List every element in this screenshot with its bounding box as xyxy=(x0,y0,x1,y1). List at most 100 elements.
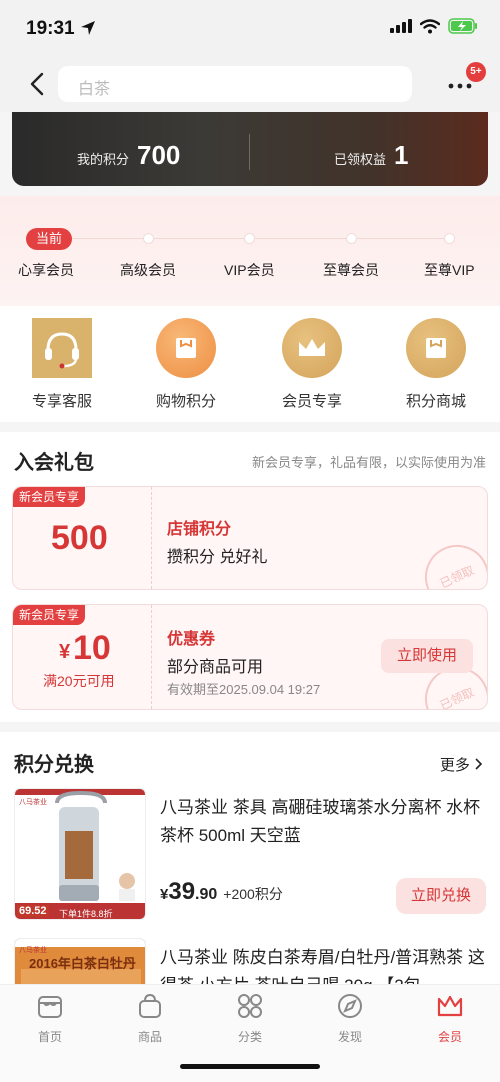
price-decimal: .90 xyxy=(195,886,218,903)
coupon-title: 优惠券 xyxy=(167,631,216,648)
tab-discover[interactable]: 发现 xyxy=(300,991,400,1045)
compass-icon xyxy=(338,994,362,1018)
tab-categories[interactable]: 分类 xyxy=(200,991,300,1045)
coupon-value: 10 xyxy=(73,629,111,667)
rights-label: 已领权益 xyxy=(334,152,387,167)
feature-label: 会员专享 xyxy=(281,393,342,410)
coupon-subtitle: 部分商品可用 xyxy=(167,659,264,676)
level-dot xyxy=(346,233,357,244)
status-time: 19:31 xyxy=(26,18,75,39)
rights-value: 1 xyxy=(394,140,409,170)
points-coupon[interactable]: 新会员专享 500 店铺积分 攒积分 兑好礼 已领取 xyxy=(12,486,488,590)
tab-home[interactable]: 首页 xyxy=(0,991,100,1045)
product-image[interactable]: 八马茶业 69.52 下单1件8.8折 xyxy=(14,788,146,920)
points-exchange-section: 积分兑换 更多 八马茶业 69.52 下单1件8.8折 八马茶业 茶具 高硼硅玻… xyxy=(0,732,500,984)
status-bar: 19:31 xyxy=(0,0,500,56)
more-label: 更多 xyxy=(439,757,470,774)
new-member-tag: 新会员专享 xyxy=(13,487,86,507)
tea-cup-image xyxy=(15,789,145,919)
tab-label: 发现 xyxy=(337,1030,362,1044)
points-label: 我的积分 xyxy=(77,152,130,167)
bag-icon xyxy=(139,993,161,1018)
image-price-tag: 69.52 xyxy=(17,905,49,917)
crown-icon xyxy=(437,995,463,1017)
feature-label: 专享客服 xyxy=(31,393,92,410)
coupon-validity: 有效期至2025.09.04 19:27 xyxy=(167,682,321,697)
new-member-tag: 新会员专享 xyxy=(13,605,86,625)
current-level-pill: 当前 xyxy=(26,228,72,250)
section-title: 入会礼包 xyxy=(14,452,94,474)
level-dot xyxy=(444,233,455,244)
tab-member[interactable]: 会员 xyxy=(400,991,500,1045)
product-title[interactable]: 八马茶业 陈皮白茶寿眉/白牡丹/普洱熟茶 这得茶 小方片 茶叶自己喝 20g 【… xyxy=(160,944,486,984)
price-points: +200积分 xyxy=(223,886,283,902)
coupon-condition: 满20元可用 xyxy=(43,673,115,689)
feature-exclusive-service[interactable]: 专享客服 xyxy=(12,318,112,411)
image-brand: 八马茶业 xyxy=(19,799,47,806)
level-dot xyxy=(244,233,255,244)
search-input[interactable]: 白茶 xyxy=(58,66,412,102)
nav-bar: 白茶 xyxy=(0,56,500,112)
feature-label: 购物积分 xyxy=(155,393,216,410)
tab-label: 分类 xyxy=(237,1030,262,1044)
chevron-right-icon xyxy=(475,758,483,770)
back-arrow-icon[interactable] xyxy=(24,70,52,98)
tab-products[interactable]: 商品 xyxy=(100,991,200,1045)
my-points[interactable]: 我的积分 700 xyxy=(77,140,180,171)
redeem-now-button[interactable]: 立即兑换 xyxy=(396,878,486,914)
section-title: 积分兑换 xyxy=(14,754,94,776)
headset-icon xyxy=(32,318,92,378)
location-arrow-icon xyxy=(81,21,95,35)
tab-label: 会员 xyxy=(437,1030,462,1044)
level-label-vip[interactable]: VIP会员 xyxy=(224,260,275,280)
more-link[interactable]: 更多 xyxy=(440,754,484,775)
use-now-button[interactable]: 立即使用 xyxy=(381,639,473,673)
points-value: 700 xyxy=(137,140,181,170)
shopping-bag-icon xyxy=(156,318,216,378)
level-dot xyxy=(143,233,154,244)
battery-charging-icon xyxy=(448,18,477,34)
crown-icon xyxy=(282,318,342,378)
signal-icon xyxy=(390,19,412,33)
divider xyxy=(249,134,250,170)
member-features: 专享客服 购物积分 会员专享 积分商城 xyxy=(0,306,500,422)
feature-member-exclusive[interactable]: 会员专享 xyxy=(262,318,362,411)
level-label-supreme-vip[interactable]: 至尊VIP xyxy=(424,260,475,280)
product-image[interactable]: 八马茶业 2016年白茶白牡丹 xyxy=(14,938,146,984)
price-integer: 39 xyxy=(168,878,196,905)
grid-icon xyxy=(238,994,262,1018)
store-icon xyxy=(38,996,62,1018)
coupon-divider xyxy=(151,605,152,709)
image-text: 2016年白茶白牡丹 xyxy=(29,956,136,971)
discount-coupon[interactable]: 新会员专享 ¥ 10 满20元可用 优惠券 部分商品可用 有效期至2025.09… xyxy=(12,604,488,710)
feature-points-mall[interactable]: 积分商城 xyxy=(386,318,486,411)
level-label-xinxiang[interactable]: 心享会员 xyxy=(18,260,74,280)
welcome-gift-section: 入会礼包 新会员专享，礼品有限，以实际使用为准 新会员专享 500 店铺积分 攒… xyxy=(0,432,500,722)
section-note: 新会员专享，礼品有限，以实际使用为准 xyxy=(251,455,486,470)
notification-badge: 5+ xyxy=(466,62,486,82)
feature-label: 积分商城 xyxy=(405,393,466,410)
status-icons xyxy=(390,18,478,34)
image-promo: 下单1件8.8折 xyxy=(59,909,113,919)
claimed-rights[interactable]: 已领权益 1 xyxy=(334,140,408,171)
home-indicator xyxy=(180,1064,320,1069)
level-label-senior[interactable]: 高级会员 xyxy=(120,260,176,280)
coupon-title: 店铺积分 xyxy=(167,521,232,538)
tab-label: 首页 xyxy=(37,1030,62,1044)
product-price: ¥ 39 .90 +200积分 xyxy=(160,878,283,906)
feature-shopping-points[interactable]: 购物积分 xyxy=(136,318,236,411)
wifi-icon xyxy=(420,18,440,33)
search-placeholder: 白茶 xyxy=(78,81,111,98)
product-title[interactable]: 八马茶业 茶具 高硼硅玻璃茶水分离杯 水杯 茶杯 500ml 天空蓝 xyxy=(160,794,486,850)
coupon-subtitle: 攒积分 兑好礼 xyxy=(167,549,268,566)
coupon-divider xyxy=(151,487,152,589)
points-card: 我的积分 700 已领权益 1 xyxy=(12,112,488,186)
member-levels: 当前 心享会员 高级会员 VIP会员 至尊会员 至尊VIP xyxy=(0,196,500,306)
level-label-supreme[interactable]: 至尊会员 xyxy=(323,260,379,280)
gift-bag-icon xyxy=(406,318,466,378)
claimed-stamp: 已领取 xyxy=(414,534,487,589)
currency-symbol: ¥ xyxy=(59,641,71,663)
coupon-value: 500 xyxy=(51,519,108,557)
price-currency: ¥ xyxy=(160,886,169,903)
tab-label: 商品 xyxy=(137,1030,162,1044)
